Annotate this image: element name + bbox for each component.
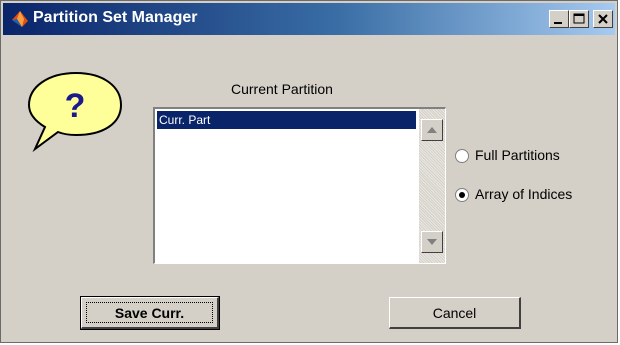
minimize-button[interactable]	[549, 10, 569, 28]
full-partitions-label: Full Partitions	[475, 147, 560, 163]
window-title: Partition Set Manager	[33, 9, 198, 26]
minimize-icon	[554, 22, 562, 24]
current-partition-heading: Current Partition	[231, 81, 333, 97]
scroll-up-button[interactable]	[421, 119, 443, 141]
dialog-body: ? Current Partition Curr. Part Full Part…	[3, 35, 615, 340]
radio-button-checked[interactable]	[455, 188, 469, 202]
focus-rectangle	[86, 302, 213, 323]
speech-bubble-help-icon: ?	[27, 71, 123, 153]
maximize-button[interactable]	[569, 10, 589, 28]
arrow-up-icon	[427, 127, 437, 133]
radio-button-unchecked[interactable]	[455, 149, 469, 163]
scroll-down-button[interactable]	[421, 231, 443, 253]
title-bar[interactable]: Partition Set Manager	[3, 3, 615, 35]
arrow-down-icon	[427, 239, 437, 245]
close-button[interactable]	[593, 10, 613, 28]
cancel-button-label: Cancel	[432, 305, 477, 321]
save-current-button[interactable]: Save Curr.	[80, 296, 220, 330]
list-item[interactable]: Curr. Part	[157, 111, 416, 129]
partition-listbox[interactable]: Curr. Part	[153, 107, 446, 264]
cancel-button[interactable]: Cancel	[389, 297, 521, 329]
maximize-icon	[573, 13, 585, 24]
radio-selected-dot	[459, 192, 465, 198]
array-of-indices-label: Array of Indices	[475, 186, 573, 202]
matlab-icon	[11, 10, 29, 28]
listbox-scrollbar[interactable]	[419, 109, 445, 263]
help-bubble-button[interactable]: ?	[21, 65, 131, 160]
partition-set-manager-window: Partition Set Manager ? Current Partitio…	[0, 0, 618, 343]
close-icon	[598, 14, 608, 24]
help-question-mark: ?	[65, 87, 86, 125]
